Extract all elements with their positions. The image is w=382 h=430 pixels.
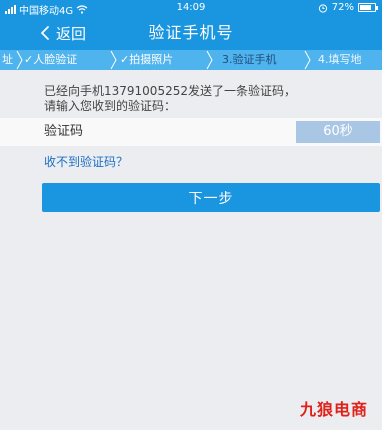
step-progress-bar: 址 ✓人脸验证 ✓拍摄照片 3.验证手机 4.填写地 — [0, 50, 382, 70]
nav-bar: 验证手机号 返回 — [0, 16, 382, 50]
watermark: 九狼电商 — [299, 400, 368, 419]
battery-percent: 72% — [331, 2, 354, 13]
status-bar: 中国移动4G 14:09 72% — [0, 0, 382, 17]
battery-icon — [358, 3, 378, 12]
alarm-icon — [318, 3, 327, 13]
step-separator-icon — [110, 50, 117, 70]
step-face-verify: ✓人脸验证 — [24, 53, 78, 66]
step-fill-address: 4.填写地 — [318, 53, 362, 66]
step-verify-phone: 3.验证手机 — [222, 53, 277, 66]
sms-info-text: 已经向手机13791005252发送了一条验证码， 请输入您收到的验证码： — [44, 84, 378, 114]
next-step-button[interactable]: 下一步 — [42, 183, 380, 212]
back-label: 返回 — [56, 24, 87, 43]
resend-countdown-button[interactable]: 60秒 — [296, 121, 380, 143]
step-separator-icon — [16, 50, 23, 70]
chevron-left-icon — [41, 26, 49, 40]
verification-code-input[interactable] — [130, 122, 280, 142]
back-button[interactable]: 返回 — [40, 16, 86, 50]
status-right: 72% — [318, 2, 378, 13]
step-take-photo: ✓拍摄照片 — [120, 53, 174, 66]
verification-code-label: 验证码 — [44, 124, 84, 139]
sms-info-line1: 已经向手机13791005252发送了一条验证码， — [44, 84, 296, 98]
no-code-link[interactable]: 收不到验证码？ — [44, 153, 128, 170]
step-separator-icon — [206, 50, 213, 70]
step-separator-icon — [304, 50, 311, 70]
step-address-partial: 址 — [2, 53, 13, 66]
sms-info-line2: 请输入您收到的验证码： — [44, 99, 177, 113]
